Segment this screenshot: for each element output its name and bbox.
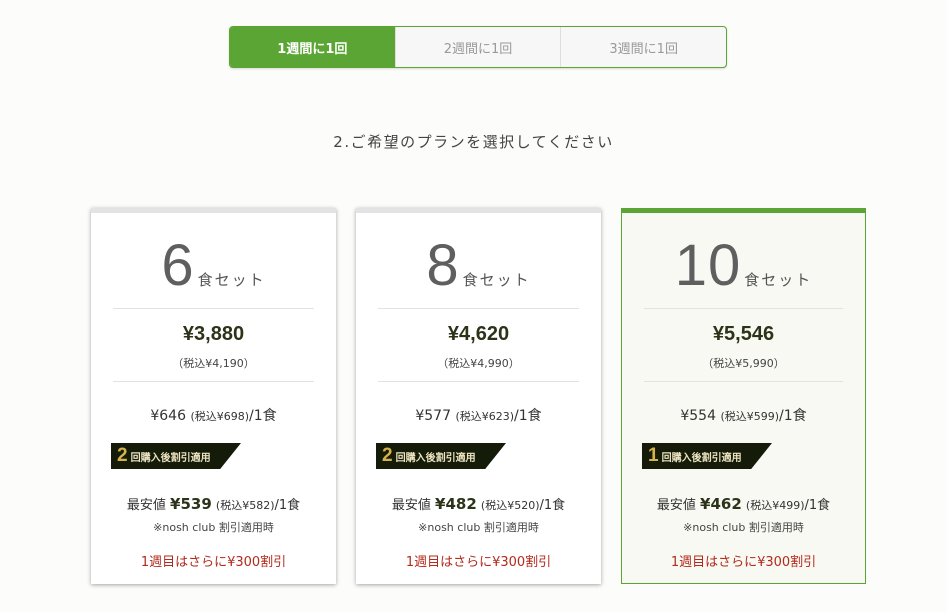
- per-meal-amount: ¥577: [415, 408, 451, 424]
- plan-price: ¥4,620: [447, 323, 510, 345]
- plan-price: ¥3,880: [182, 323, 245, 345]
- lowest-price-tax: (税込¥582): [215, 499, 275, 512]
- divider: [644, 308, 843, 309]
- meal-count-number: 8: [426, 233, 460, 298]
- meal-count-unit: 食セット: [744, 271, 813, 289]
- per-meal-tax: (税込¥623): [455, 410, 515, 423]
- discount-badge: 2 回購入後割引適用: [111, 443, 241, 469]
- divider: [113, 381, 314, 382]
- meal-count-number: 10: [674, 233, 742, 298]
- badge-number: 2: [382, 445, 393, 466]
- per-meal-suffix: /1食: [514, 408, 542, 424]
- lowest-price-amount: ¥462: [700, 495, 742, 513]
- badge-text: 回購入後割引適用: [130, 452, 211, 464]
- first-week-discount: 1週目はさらに¥300割引: [670, 555, 817, 570]
- divider: [644, 381, 843, 382]
- per-meal-price: ¥646 (税込¥698)/1食: [91, 405, 336, 425]
- discount-badge: 1 回購入後割引適用: [642, 443, 772, 469]
- per-meal-price: ¥577 (税込¥623)/1食: [356, 405, 601, 425]
- meal-count: 10 食セット: [622, 233, 865, 299]
- badge-text: 回購入後割引適用: [661, 452, 742, 464]
- tab-every-3-weeks[interactable]: 3週間に1回: [560, 27, 726, 67]
- meal-count-number: 6: [161, 233, 195, 298]
- plan-card-8[interactable]: 8 食セット ¥4,620 （税込¥4,990） ¥577 (税込¥623)/1食…: [356, 208, 601, 584]
- badge-text: 回購入後割引適用: [395, 452, 476, 464]
- tab-every-2-weeks[interactable]: 2週間に1回: [394, 27, 561, 67]
- divider: [378, 381, 579, 382]
- badge-number: 2: [117, 445, 128, 466]
- first-week-discount: 1週目はさらに¥300割引: [405, 555, 552, 570]
- lowest-price-tax: (税込¥520): [480, 499, 540, 512]
- plan-select-heading: 2.ご希望のプランを選択してください: [333, 133, 614, 151]
- meal-count-unit: 食セット: [462, 271, 531, 289]
- divider: [378, 308, 579, 309]
- plan-card-6[interactable]: 6 食セット ¥3,880 （税込¥4,190） ¥646 (税込¥698)/1食…: [91, 208, 336, 584]
- meal-count: 6 食セット: [91, 233, 336, 299]
- lowest-price: 最安値 ¥462 (税込¥499)/1食: [622, 494, 865, 513]
- per-meal-tax: (税込¥698): [190, 410, 250, 423]
- per-meal-suffix: /1食: [249, 408, 277, 424]
- discount-badge: 2 回購入後割引適用: [376, 443, 506, 469]
- lowest-price-label: 最安値: [126, 498, 166, 513]
- lowest-price-amount: ¥482: [435, 495, 477, 513]
- lowest-price-suffix: /1食: [804, 498, 831, 513]
- per-meal-tax: (税込¥599): [720, 410, 780, 423]
- lowest-price: 最安値 ¥539 (税込¥582)/1食: [91, 494, 336, 513]
- per-meal-price: ¥554 (税込¥599)/1食: [622, 405, 865, 425]
- tab-every-1-week[interactable]: 1週間に1回: [230, 27, 395, 67]
- lowest-price-amount: ¥539: [170, 495, 212, 513]
- per-meal-amount: ¥554: [680, 408, 716, 424]
- plan-price: ¥5,546: [712, 323, 775, 345]
- lowest-price-label: 最安値: [656, 498, 696, 513]
- plan-price-tax: （税込¥4,990）: [437, 357, 520, 370]
- lowest-price: 最安値 ¥482 (税込¥520)/1食: [356, 494, 601, 513]
- per-meal-suffix: /1食: [779, 408, 807, 424]
- frequency-tabs: 1週間に1回 2週間に1回 3週間に1回: [229, 26, 727, 68]
- plan-price-tax: （税込¥4,190）: [172, 357, 255, 370]
- lowest-price-suffix: /1食: [274, 498, 301, 513]
- plan-card-10[interactable]: 10 食セット ¥5,546 （税込¥5,990） ¥554 (税込¥599)/1…: [621, 208, 866, 584]
- lowest-price-label: 最安値: [391, 498, 431, 513]
- lowest-price-suffix: /1食: [539, 498, 566, 513]
- club-discount-note: ※nosh club 割引適用時: [418, 521, 539, 534]
- club-discount-note: ※nosh club 割引適用時: [683, 521, 804, 534]
- club-discount-note: ※nosh club 割引適用時: [153, 521, 274, 534]
- first-week-discount: 1週目はさらに¥300割引: [140, 555, 287, 570]
- per-meal-amount: ¥646: [150, 408, 186, 424]
- plan-price-tax: （税込¥5,990）: [702, 357, 785, 370]
- divider: [113, 308, 314, 309]
- lowest-price-tax: (税込¥499): [745, 499, 805, 512]
- meal-count-unit: 食セット: [197, 271, 266, 289]
- meal-count: 8 食セット: [356, 233, 601, 299]
- badge-number: 1: [648, 445, 659, 466]
